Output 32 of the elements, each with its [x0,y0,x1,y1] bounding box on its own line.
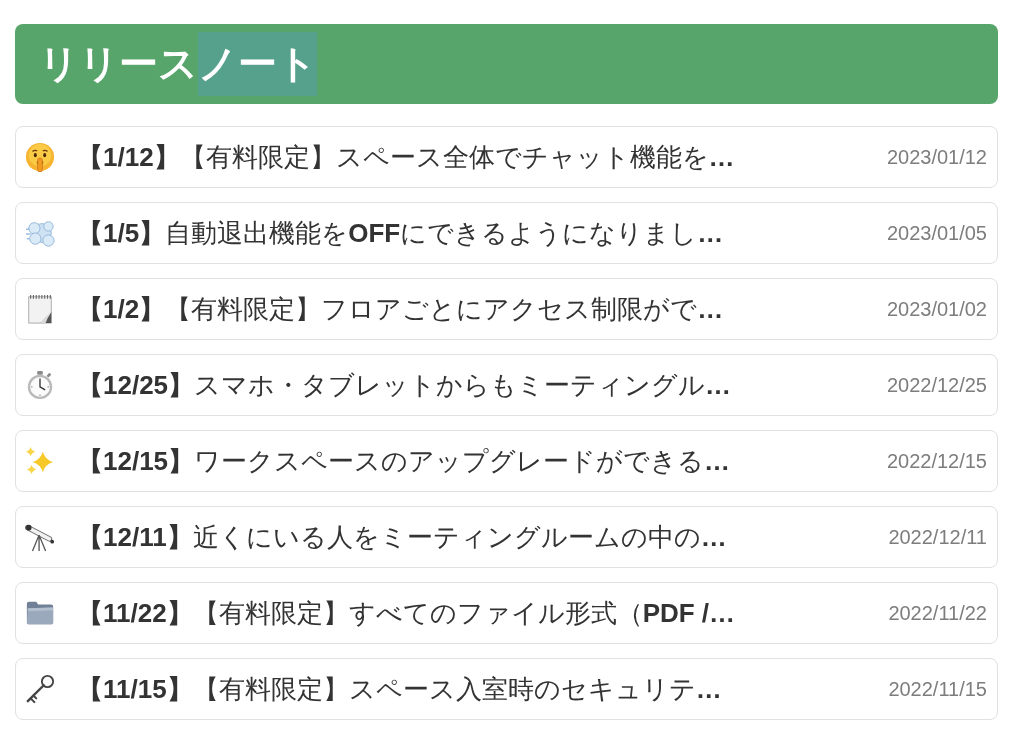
note-title: 【11/22】【有料限定】すべてのファイル形式（PDF /… [77,596,737,630]
release-note-item[interactable]: 【1/5】自動退出機能をOFFにできるようになりまし… 2023/01/05 [15,202,998,264]
release-note-item[interactable]: 【12/15】ワークスペースのアップグレードができる… 2022/12/15 [15,430,998,492]
note-title: 【12/15】ワークスペースのアップグレードができる… [77,444,732,478]
note-title: 【12/25】スマホ・タブレットからもミーティングル… [77,368,733,402]
release-note-item[interactable]: 【1/12】【有料限定】スペース全体でチャット機能を… 2023/01/12 [15,126,998,188]
note-title: 【12/11】近くにいる人をミーティングルームの中の… [77,520,728,554]
note-date: 2023/01/05 [886,221,987,245]
note-title: 【11/15】【有料限定】スペース入室時のセキュリテ… [77,672,723,706]
note-date: 2022/12/11 [888,525,987,549]
stopwatch-icon [25,370,55,400]
shushing-face-icon [25,142,55,172]
note-title: 【1/5】自動退出機能をOFFにできるようになりまし… [77,216,725,250]
note-date: 2023/01/02 [886,297,987,321]
note-date: 2022/12/15 [886,449,987,473]
note-date: 2022/12/25 [886,373,987,397]
release-note-item[interactable]: 【11/15】【有料限定】スペース入室時のセキュリテ… 2022/11/15 [15,658,998,720]
sparkles-icon [25,446,55,476]
note-title: 【1/12】【有料限定】スペース全体でチャット機能を… [77,140,736,174]
note-date: 2022/11/22 [888,601,987,625]
notepad-icon [25,294,55,324]
note-title: 【1/2】【有料限定】フロアごとにアクセス制限がで… [77,292,725,326]
telescope-icon [25,522,55,552]
page-title: リリース ノート [39,32,317,96]
release-note-item[interactable]: 【12/11】近くにいる人をミーティングルームの中の… 2022/12/11 [15,506,998,568]
puff-cloud-icon [25,218,55,248]
note-date: 2022/11/15 [888,677,987,701]
release-note-item[interactable]: 【11/22】【有料限定】すべてのファイル形式（PDF /… 2022/11/22 [15,582,998,644]
note-date: 2023/01/12 [886,145,987,169]
release-note-item[interactable]: 【1/2】【有料限定】フロアごとにアクセス制限がで… 2023/01/02 [15,278,998,340]
release-note-item[interactable]: 【12/25】スマホ・タブレットからもミーティングル… 2022/12/25 [15,354,998,416]
key-icon [25,674,55,704]
